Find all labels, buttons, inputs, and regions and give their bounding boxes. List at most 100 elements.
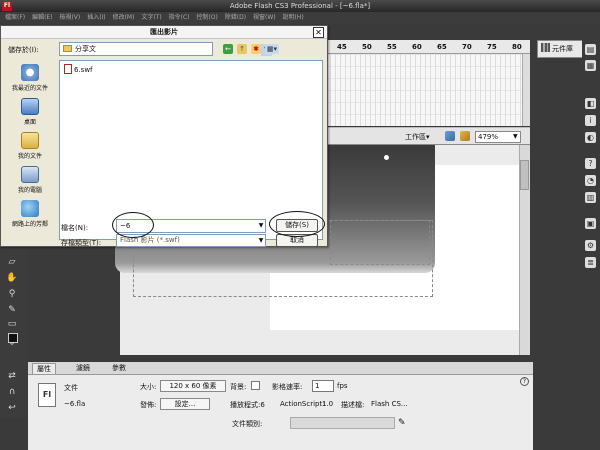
behaviors-panel-icon[interactable]: ◔ xyxy=(585,175,596,186)
ruler-number: 80 xyxy=(512,43,522,51)
library-icon xyxy=(541,43,550,52)
actionscript-value: 1.0 xyxy=(322,400,334,408)
place-recent[interactable]: 我最近的文件 xyxy=(5,64,55,92)
pencil-icon[interactable]: ✎ xyxy=(398,417,410,429)
place-network[interactable]: 網路上的芳鄰 xyxy=(5,200,55,228)
library-tab[interactable]: 元件庫 xyxy=(537,40,583,58)
publish-settings-button[interactable]: 設定... xyxy=(160,398,210,410)
swatches-panel-icon[interactable]: ▦ xyxy=(585,60,596,71)
place-desktop[interactable]: 桌面 xyxy=(5,98,55,126)
stage-scrollbar-thumb[interactable] xyxy=(520,160,529,190)
dialog-title: 匯出影片 xyxy=(1,26,327,39)
eraser-tool-icon[interactable]: ▱ xyxy=(6,256,18,268)
place-my-documents[interactable]: 我的文件 xyxy=(5,132,55,160)
menu-commands[interactable]: 指令(C) xyxy=(169,12,190,24)
fill-color-swatch[interactable] xyxy=(8,333,18,343)
background-color-swatch[interactable] xyxy=(251,381,260,390)
selection-bounds xyxy=(330,220,430,265)
ruler-number: 65 xyxy=(437,43,447,51)
chevron-down-icon[interactable]: ▼ xyxy=(513,131,518,143)
menu-control[interactable]: 控制(O) xyxy=(196,12,217,24)
swf-file-icon xyxy=(64,64,72,74)
place-label: 我的電腦 xyxy=(17,187,42,194)
stroke-swatch-icon[interactable]: ▭ xyxy=(6,318,18,330)
zoom-value: 479% xyxy=(478,133,499,141)
output-panel-icon[interactable]: ≣ xyxy=(585,257,596,268)
snap-magnet-icon[interactable]: ∩ xyxy=(6,386,18,398)
fps-unit: fps xyxy=(337,382,348,390)
save-in-label: 儲存於(I): xyxy=(8,46,39,54)
zoom-tool-icon[interactable]: ⚲ xyxy=(6,288,18,300)
desktop-icon xyxy=(21,98,39,115)
components-panel-icon[interactable]: ▥ xyxy=(585,192,596,203)
swap-colors-icon[interactable]: ⇄ xyxy=(6,370,18,382)
workspace-button[interactable]: 工作區▾ xyxy=(405,132,430,142)
library-label: 元件庫 xyxy=(552,45,573,53)
edit-scene-icon[interactable] xyxy=(445,131,455,141)
hand-tool-icon[interactable]: ✋ xyxy=(6,272,18,284)
menu-edit[interactable]: 編輯(E) xyxy=(32,12,52,24)
document-type-label: 文件 xyxy=(64,384,78,392)
menu-help[interactable]: 說明(H) xyxy=(283,12,304,24)
menu-modify[interactable]: 修改(M) xyxy=(113,12,135,24)
ruler-number: 75 xyxy=(487,43,497,51)
menu-view[interactable]: 檢視(V) xyxy=(59,12,80,24)
place-my-computer[interactable]: 我的電腦 xyxy=(5,166,55,194)
tab-properties[interactable]: 屬性 xyxy=(32,363,56,374)
help-panel-icon[interactable]: ? xyxy=(585,158,596,169)
help-icon[interactable]: ? xyxy=(520,377,529,386)
color-panel-icon[interactable]: ◐ xyxy=(585,132,596,143)
ruler-number: 50 xyxy=(362,43,372,51)
align-panel-icon[interactable]: ▤ xyxy=(585,44,596,55)
chevron-down-icon[interactable]: ▼ xyxy=(256,235,266,246)
player-label: 播放程式:6 xyxy=(230,401,265,409)
up-folder-icon[interactable]: ↑ xyxy=(237,44,247,54)
chevron-down-icon[interactable]: ▼ xyxy=(256,220,266,232)
background-label: 背景: xyxy=(230,383,247,391)
timeline-scrollbar[interactable] xyxy=(522,54,530,126)
window-title: Adobe Flash CS3 Professional - [~6.fla*] xyxy=(229,2,371,10)
movie-explorer-icon[interactable]: ⚙ xyxy=(585,240,596,251)
smooth-icon[interactable]: ↩ xyxy=(6,402,18,414)
profile-value: Flash CS... xyxy=(371,400,408,408)
back-icon[interactable]: ← xyxy=(223,44,233,54)
timeline-ruler[interactable]: 45 50 55 60 65 70 75 80 xyxy=(325,40,530,54)
info-panel-icon[interactable]: i xyxy=(585,115,596,126)
save-in-select[interactable]: 分享文 ▼ xyxy=(59,42,272,56)
view-menu-icon[interactable]: ▦▾ xyxy=(265,44,279,54)
file-name: 6.swf xyxy=(74,66,93,74)
document-class-input[interactable] xyxy=(290,417,395,429)
menu-bar: 檔案(F) 編輯(E) 檢視(V) 插入(I) 修改(M) 文字(T) 指令(C… xyxy=(0,12,600,24)
transform-panel-icon[interactable]: ◧ xyxy=(585,98,596,109)
place-label: 我的文件 xyxy=(17,153,42,160)
scene-panel-icon[interactable]: ▣ xyxy=(585,218,596,229)
menu-insert[interactable]: 插入(I) xyxy=(87,12,105,24)
menu-debug[interactable]: 除錯(D) xyxy=(225,12,246,24)
new-folder-icon[interactable]: ✱ xyxy=(251,44,261,54)
tab-parameters[interactable]: 參數 xyxy=(108,363,130,374)
edit-symbols-icon[interactable] xyxy=(460,131,470,141)
tab-filters[interactable]: 濾鏡 xyxy=(72,363,94,374)
stroke-color-icon[interactable]: ✎ xyxy=(6,304,18,316)
frame-rate-input[interactable]: 1 xyxy=(312,380,334,392)
ruler-number: 45 xyxy=(337,43,347,51)
recent-documents-icon xyxy=(21,64,39,81)
timeline-frames[interactable] xyxy=(325,54,530,126)
document-icon: Fl xyxy=(38,383,56,407)
close-icon[interactable]: ✕ xyxy=(313,27,324,38)
places-bar: 我最近的文件 桌面 我的文件 我的電腦 網路上的芳鄰 xyxy=(5,60,55,242)
menu-file[interactable]: 檔案(F) xyxy=(5,12,25,24)
ruler-number: 70 xyxy=(462,43,472,51)
menu-window[interactable]: 視窗(W) xyxy=(253,12,276,24)
profile-label: 描述檔: xyxy=(341,401,365,409)
menu-text[interactable]: 文字(T) xyxy=(141,12,161,24)
document-size-button[interactable]: 120 x 60 像素 xyxy=(160,380,226,392)
property-tabs: 屬性 濾鏡 參數 xyxy=(28,362,533,375)
my-documents-icon xyxy=(21,132,39,149)
size-label: 大小: xyxy=(140,383,157,391)
place-label: 桌面 xyxy=(23,119,36,126)
export-movie-dialog: 匯出影片 ✕ 儲存於(I): 分享文 ▼ ← ↑ ✱ ▦▾ 我最近的文件 桌面 … xyxy=(0,25,328,247)
app-title-bar: Fl Adobe Flash CS3 Professional - [~6.fl… xyxy=(0,0,600,12)
file-item[interactable]: 6.swf xyxy=(64,64,93,74)
save-in-value: 分享文 xyxy=(75,45,96,53)
